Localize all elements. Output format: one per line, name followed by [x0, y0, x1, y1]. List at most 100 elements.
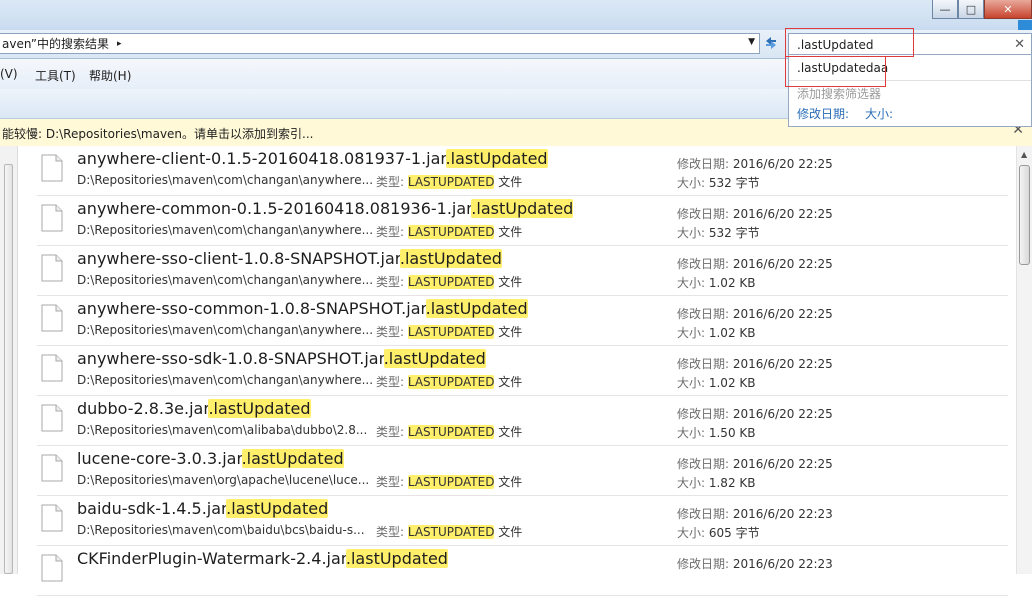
file-name[interactable]: baidu-sdk-1.4.5.jar.lastUpdated: [77, 499, 329, 518]
file-name[interactable]: anywhere-common-0.1.5-20160418.081936-1.…: [77, 199, 574, 218]
menu-view[interactable]: (V): [0, 67, 18, 81]
result-row[interactable]: baidu-sdk-1.4.5.jar.lastUpdated D:\Reposi…: [37, 496, 1008, 546]
file-size: 大小: 1.50 KB: [677, 424, 756, 441]
breadcrumb[interactable]: aven”中的搜索结果: [0, 35, 109, 52]
result-row[interactable]: lucene-core-3.0.3.jar.lastUpdated D:\Repo…: [37, 446, 1008, 496]
file-name[interactable]: lucene-core-3.0.3.jar.lastUpdated: [77, 449, 344, 468]
search-results-list: anywhere-client-0.1.5-20160418.081937-1.…: [0, 146, 1032, 596]
file-name-base[interactable]: dubbo-2.8.3e.jar: [77, 399, 208, 418]
file-icon: [41, 204, 63, 232]
file-name-match[interactable]: .lastUpdated: [445, 149, 548, 168]
file-size-value: 1.82 KB: [708, 476, 756, 490]
result-row[interactable]: dubbo-2.8.3e.jar.lastUpdated D:\Repositor…: [37, 396, 1008, 446]
file-size-value: 1.50 KB: [708, 426, 756, 440]
file-path: D:\Repositories\maven\com\changan\anywhe…: [77, 223, 374, 237]
file-type: 类型: LASTUPDATED 文件: [376, 473, 522, 490]
file-date-label: 修改日期:: [677, 507, 733, 521]
file-size: 大小: 1.82 KB: [677, 474, 756, 491]
file-date: 修改日期: 2016/6/20 22:25: [677, 355, 833, 372]
file-size: 大小: 605 字节: [677, 524, 760, 541]
file-type-suffix: 文件: [494, 425, 523, 439]
address-dropdown-icon[interactable]: ▼: [748, 37, 755, 47]
menu-help[interactable]: 帮助(H): [89, 67, 131, 84]
result-row[interactable]: CKFinderPlugin-Watermark-2.4.jar.lastUpd…: [37, 546, 1008, 596]
file-type: 类型: LASTUPDATED 文件: [376, 323, 522, 340]
file-path: D:\Repositories\maven\org\apache\lucene\…: [77, 473, 370, 487]
file-date-label: 修改日期:: [677, 207, 733, 221]
result-row[interactable]: anywhere-client-0.1.5-20160418.081937-1.…: [37, 146, 1008, 196]
file-size-label: 大小:: [677, 376, 709, 390]
menu-tools[interactable]: 工具(T): [35, 67, 76, 84]
file-path: D:\Repositories\maven\com\changan\anywhe…: [77, 373, 374, 387]
file-name-match[interactable]: .lastUpdated: [425, 299, 528, 318]
file-type-suffix: 文件: [494, 475, 523, 489]
file-name-match[interactable]: .lastUpdated: [241, 449, 344, 468]
filter-date-link[interactable]: 修改日期:: [797, 105, 849, 122]
file-icon: [41, 504, 63, 532]
file-type-label: 类型:: [376, 275, 408, 289]
filter-size-link[interactable]: 大小:: [865, 105, 893, 122]
file-type-value: LASTUPDATED: [407, 275, 495, 289]
file-type: 类型: LASTUPDATED 文件: [376, 373, 522, 390]
file-name-match[interactable]: .lastUpdated: [226, 499, 329, 518]
file-name-match[interactable]: .lastUpdated: [471, 199, 574, 218]
file-size-value: 1.02 KB: [708, 376, 756, 390]
search-clear-icon[interactable]: ✕: [1014, 37, 1025, 52]
file-date-value: 2016/6/20 22:25: [732, 407, 833, 421]
file-size-value: 532 字节: [708, 176, 760, 190]
file-type-label: 类型:: [376, 475, 408, 489]
file-name[interactable]: anywhere-sso-sdk-1.0.8-SNAPSHOT.jar.last…: [77, 349, 486, 368]
file-path: D:\Repositories\maven\com\alibaba\dubbo\…: [77, 423, 368, 437]
file-name[interactable]: anywhere-client-0.1.5-20160418.081937-1.…: [77, 149, 548, 168]
file-name-match[interactable]: .lastUpdated: [345, 549, 448, 568]
navigation-pane-scrollbar[interactable]: [0, 146, 18, 574]
file-size-label: 大小:: [677, 476, 709, 490]
result-row[interactable]: anywhere-sso-client-1.0.8-SNAPSHOT.jar.l…: [37, 246, 1008, 296]
scroll-up-icon[interactable]: ▲: [1021, 150, 1027, 159]
file-type-label: 类型:: [376, 225, 408, 239]
results-scrollbar[interactable]: ▲: [1016, 146, 1032, 574]
file-icon: [41, 154, 63, 182]
file-name-match[interactable]: .lastUpdated: [399, 249, 502, 268]
result-row[interactable]: anywhere-common-0.1.5-20160418.081936-1.…: [37, 196, 1008, 246]
file-date: 修改日期: 2016/6/20 22:23: [677, 555, 833, 572]
file-name-base[interactable]: anywhere-sso-sdk-1.0.8-SNAPSHOT.jar: [77, 349, 384, 368]
file-date-label: 修改日期:: [677, 257, 733, 271]
file-type: 类型: LASTUPDATED 文件: [376, 173, 522, 190]
navigation-pane-scroll-thumb[interactable]: [4, 164, 13, 574]
file-name-base[interactable]: lucene-core-3.0.3.jar: [77, 449, 242, 468]
file-name[interactable]: anywhere-sso-common-1.0.8-SNAPSHOT.jar.l…: [77, 299, 528, 318]
result-row[interactable]: anywhere-sso-sdk-1.0.8-SNAPSHOT.jar.last…: [37, 346, 1008, 396]
file-name-match[interactable]: .lastUpdated: [208, 399, 311, 418]
refresh-button[interactable]: [763, 36, 779, 54]
close-window-button[interactable]: ✕: [984, 0, 1032, 19]
file-date-label: 修改日期:: [677, 357, 733, 371]
file-name[interactable]: CKFinderPlugin-Watermark-2.4.jar.lastUpd…: [77, 549, 448, 568]
file-type-suffix: 文件: [494, 375, 523, 389]
breadcrumb-arrow-icon[interactable]: ▸: [117, 39, 122, 49]
file-size-label: 大小:: [677, 326, 709, 340]
window-controls: — □ ✕: [932, 0, 1032, 20]
file-name[interactable]: dubbo-2.8.3e.jar.lastUpdated: [77, 399, 311, 418]
file-name-base[interactable]: anywhere-sso-client-1.0.8-SNAPSHOT.jar: [77, 249, 400, 268]
file-name-base[interactable]: anywhere-common-0.1.5-20160418.081936-1.…: [77, 199, 471, 218]
address-field[interactable]: aven”中的搜索结果 ▸ ▼: [0, 33, 760, 54]
file-name-base[interactable]: CKFinderPlugin-Watermark-2.4.jar: [77, 549, 346, 568]
file-type-value: LASTUPDATED: [407, 475, 495, 489]
file-name-base[interactable]: anywhere-sso-common-1.0.8-SNAPSHOT.jar: [77, 299, 426, 318]
file-date-value: 2016/6/20 22:25: [732, 257, 833, 271]
file-path: D:\Repositories\maven\com\baidu\bcs\baid…: [77, 523, 365, 537]
maximize-button[interactable]: □: [958, 0, 984, 19]
file-name-base[interactable]: baidu-sdk-1.4.5.jar: [77, 499, 226, 518]
results-scroll-thumb[interactable]: [1019, 165, 1030, 265]
file-size: 大小: 1.02 KB: [677, 274, 756, 291]
file-name[interactable]: anywhere-sso-client-1.0.8-SNAPSHOT.jar.l…: [77, 249, 502, 268]
file-name-match[interactable]: .lastUpdated: [383, 349, 486, 368]
file-type-label: 类型:: [376, 375, 408, 389]
info-bar-text[interactable]: 能较慢: D:\Repositories\maven。请单击以添加到索引...: [2, 125, 313, 142]
file-name-base[interactable]: anywhere-client-0.1.5-20160418.081937-1.…: [77, 149, 446, 168]
result-row[interactable]: anywhere-sso-common-1.0.8-SNAPSHOT.jar.l…: [37, 296, 1008, 346]
file-date: 修改日期: 2016/6/20 22:25: [677, 305, 833, 322]
minimize-button[interactable]: —: [932, 0, 958, 19]
file-type-label: 类型:: [376, 175, 408, 189]
